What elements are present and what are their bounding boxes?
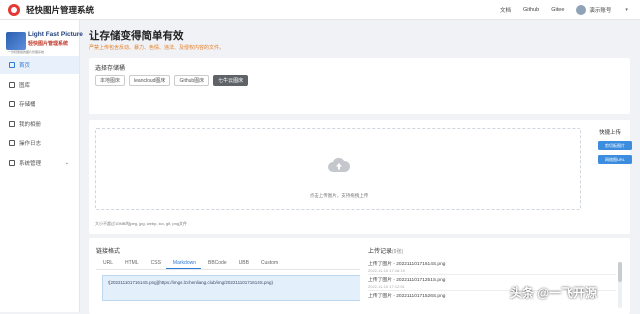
album-icon [9,120,15,127]
divider [368,274,616,275]
sidebar-item-logs[interactable]: 操作日志 [0,134,79,152]
bucket-option-leancloud[interactable]: leancloud图床 [129,75,171,86]
page-title: 让存储变得简单有效 [89,30,184,42]
image-icon [9,81,15,88]
storage-title: 选择存储桶 [95,66,126,72]
scrollbar-thumb[interactable] [618,262,622,282]
cloud-upload-icon [328,157,350,172]
bucket-option-qiniu[interactable]: 七牛云图床 [213,75,249,86]
records-title-text: 上传记录 [368,249,393,255]
sidebar-item-label: 操作日志 [19,141,42,147]
app-title: 轻快图片管理系统 [26,4,95,15]
main-content: 让存储变得简单有效 严禁上传包含反动、暴力、色情、违法、及侵权内容的文件。 选择… [80,20,640,314]
watermark: 头条 @一飞开源 [510,286,598,300]
records-title: 上传记录(9张) [368,246,403,255]
sidebar-item-label: 我的相册 [19,121,42,128]
sidebar-item-label: 系统管理 [19,160,42,167]
bucket-icon [9,101,15,107]
brand-name-cn: 轻快图片管理系统 [28,41,69,47]
github-link[interactable]: Github [523,7,539,13]
tab-html[interactable]: HTML [118,258,144,269]
log-icon [9,140,15,146]
tab-ubb[interactable]: UBB [232,258,254,269]
chevron-down-icon[interactable]: ▾ [625,7,628,13]
upload-hint: 大小不超过10MB的jpeg, jpg, webp, ico, gif, png… [95,221,188,226]
tab-css[interactable]: CSS [144,258,166,269]
sidebar-item-albums[interactable]: 我的相册 [0,115,79,133]
record-name: 上传了图片 - 20221110171614S.png [368,262,446,267]
tab-bbcode[interactable]: BBCode [201,258,232,269]
page-warning: 严禁上传包含反动、暴力、色情、违法、及侵权内容的文件。 [89,45,225,51]
sidebar-item-label: 首页 [19,63,31,69]
bucket-option-github[interactable]: Github图床 [174,75,210,86]
chevron-down-icon: ⌄ [64,159,69,166]
docs-link[interactable]: 文档 [500,6,511,14]
sidebar-item-home[interactable]: 首页 [0,56,79,74]
sidebar-item-buckets[interactable]: 存储桶 [0,95,79,113]
clipboard-upload-button[interactable]: 剪切板图片 [598,141,632,150]
link-format-title: 链接格式 [96,249,121,255]
list-item[interactable]: 上传了图片 - 20221110171614S.png 2022-11-10 1… [368,260,616,275]
sidebar-item-label: 图库 [19,82,31,89]
bucket-option-local[interactable]: 本地图床 [95,75,126,86]
gitee-link[interactable]: Gitee [551,7,564,13]
user-name[interactable]: 演示账号 [589,6,611,14]
url-upload-button[interactable]: 网络图URL [598,155,632,164]
upload-card: 点击上传图片，支持拖拽上传 大小不超过10MB的jpeg, jpg, webp,… [89,120,632,234]
avatar[interactable] [576,5,587,15]
sidebar-item-system[interactable]: 系统管理 ⌄ [0,154,79,172]
brand-name-en: Light Fast Picture [28,31,83,38]
app-logo-icon [8,3,20,16]
upload-records-card: 上传记录(9张) 上传了图片 - 20221110171614S.png 202… [360,238,630,314]
brand-tagline: 一款轻量级的图片管理系统 [8,50,45,54]
record-name: 上传了图片 - 20221110171251S.png [368,278,446,283]
sidebar-item-gallery[interactable]: 图库 [0,76,79,94]
tab-custom[interactable]: Custom [254,258,283,269]
gear-icon [9,159,15,166]
records-count: (9张) [392,249,404,255]
top-bar: 轻快图片管理系统 文档 Github Gitee 演示账号 ▾ [0,0,640,20]
sidebar-nav: 首页 图库 存储桶 我的相册 操作日志 系统管理 ⌄ [0,56,79,173]
sidebar-item-label: 存储桶 [19,102,36,108]
storage-card: 选择存储桶 本地图床 leancloud图床 Github图床 七牛云图床 [89,58,630,114]
tab-markdown[interactable]: Markdown [165,258,201,269]
upload-dropzone[interactable]: 点击上传图片，支持拖拽上传 [95,128,581,210]
top-links: 文档 Github Gitee 演示账号 ▾ [500,0,640,20]
dropzone-text: 点击上传图片，支持拖拽上传 [309,193,369,198]
tab-url[interactable]: URL [96,258,118,269]
brand-logo-icon [6,32,26,50]
sidebar: Light Fast Picture 轻快图片管理系统 一款轻量级的图片管理系统… [0,20,83,312]
record-time: 2022-11-10 17:16:15 [368,268,405,273]
records-scrollbar[interactable] [618,262,622,308]
storage-options: 本地图床 leancloud图床 Github图床 七牛云图床 [95,75,252,86]
quick-upload-title: 快捷上传 [599,130,622,136]
home-icon [9,62,15,68]
